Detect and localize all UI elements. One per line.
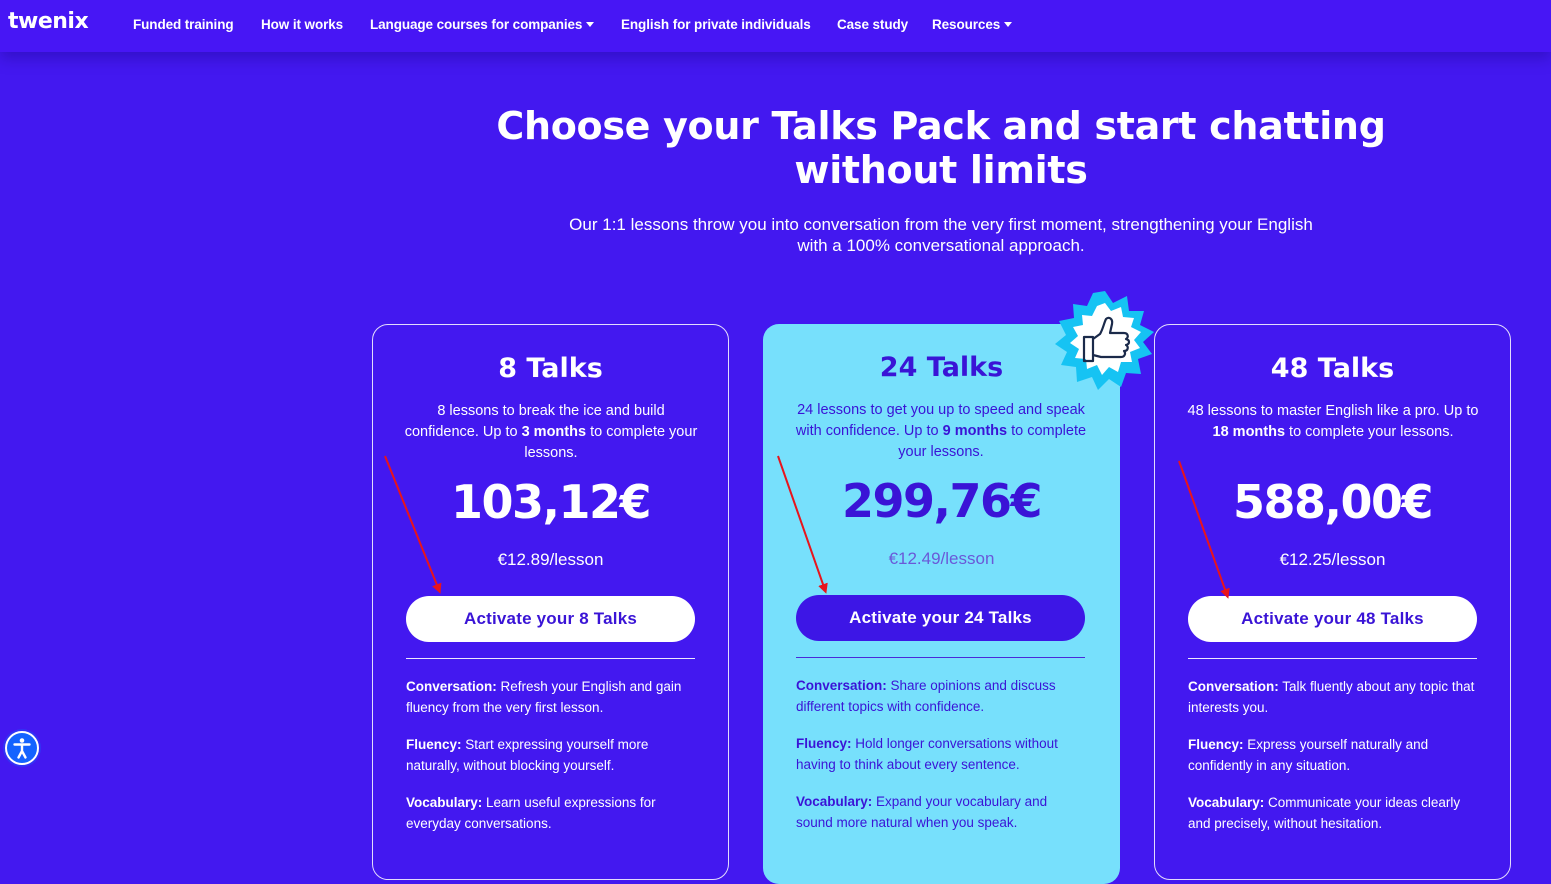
accessibility-button[interactable] (5, 731, 39, 765)
plan-card-8-talks: 8 Talks 8 lessons to break the ice and b… (372, 324, 729, 880)
feature-label: Conversation: (796, 678, 887, 693)
feature-label: Fluency: (406, 737, 462, 752)
plan-price: 588,00€ (1232, 475, 1434, 529)
desc-duration: 18 months (1212, 424, 1286, 440)
feature-conversation: Conversation: Talk fluently about any to… (1188, 676, 1478, 718)
price-per-lesson: €12.89/lesson (497, 550, 604, 569)
feature-list: Conversation: Refresh your English and g… (406, 676, 696, 850)
nav-label: Language courses for companies (370, 17, 583, 32)
nav-funded-training[interactable]: Funded training (133, 17, 234, 32)
divider (406, 658, 695, 659)
feature-conversation: Conversation: Refresh your English and g… (406, 676, 696, 718)
plan-description: 8 lessons to break the ice and build con… (401, 401, 701, 464)
feature-label: Fluency: (796, 736, 852, 751)
feature-label: Vocabulary: (796, 794, 873, 809)
feature-fluency: Fluency: Express yourself naturally and … (1188, 734, 1478, 776)
title-line-1: Choose your Talks Pack and start chattin… (496, 104, 1386, 148)
subtitle-line-2: with a 100% conversational approach. (797, 236, 1085, 255)
activate-8-talks-button[interactable]: Activate your 8 Talks (406, 596, 695, 642)
feature-fluency: Fluency: Hold longer conversations witho… (796, 733, 1086, 775)
nav-label: How it works (261, 17, 344, 32)
top-nav: twenix Funded training How it works Lang… (0, 0, 1551, 52)
feature-vocabulary: Vocabulary: Learn useful expressions for… (406, 792, 696, 834)
nav-how-it-works[interactable]: How it works (261, 17, 343, 32)
divider (796, 657, 1085, 658)
price-per-lesson: €12.25/lesson (1279, 550, 1386, 569)
plan-title: 8 Talks (498, 353, 603, 384)
feature-label: Vocabulary: (406, 795, 483, 810)
feature-label: Conversation: (1188, 679, 1279, 694)
desc-duration: 9 months (942, 423, 1008, 439)
plan-title: 48 Talks (1270, 353, 1395, 384)
feature-vocabulary: Vocabulary: Expand your vocabulary and s… (796, 791, 1086, 833)
chevron-down-icon (1004, 21, 1013, 27)
activate-48-talks-button[interactable]: Activate your 48 Talks (1188, 596, 1477, 642)
thumbs-up-icon (1055, 291, 1154, 390)
page-title: Choose your Talks Pack and start chattin… (441, 104, 1441, 192)
nav-label: English for private individuals (621, 17, 811, 32)
feature-label: Conversation: (406, 679, 497, 694)
chevron-down-icon (586, 21, 595, 27)
desc-text: 48 lessons to master English like a pro.… (1187, 403, 1479, 419)
nav-english-private-individuals[interactable]: English for private individuals (621, 17, 811, 32)
feature-list: Conversation: Share opinions and discuss… (796, 675, 1086, 849)
nav-case-study[interactable]: Case study (837, 17, 908, 32)
plan-description: 24 lessons to get you up to speed and sp… (791, 400, 1091, 463)
nav-label: Resources (932, 17, 1001, 32)
feature-label: Vocabulary: (1188, 795, 1265, 810)
feature-vocabulary: Vocabulary: Communicate your ideas clear… (1188, 792, 1478, 834)
activate-24-talks-button[interactable]: Activate your 24 Talks (796, 595, 1085, 641)
feature-list: Conversation: Talk fluently about any to… (1188, 676, 1478, 850)
plan-card-24-talks: 24 Talks 24 lessons to get you up to spe… (763, 324, 1120, 884)
price-per-lesson: €12.49/lesson (888, 549, 995, 568)
desc-text: to complete your lessons. (1285, 424, 1454, 440)
plan-card-48-talks: 48 Talks 48 lessons to master English li… (1154, 324, 1511, 880)
nav-resources[interactable]: Resources (932, 17, 1013, 32)
plan-price: 103,12€ (450, 475, 652, 529)
nav-label: Funded training (133, 17, 234, 32)
nav-label: Case study (837, 17, 909, 32)
plan-price: 299,76€ (841, 474, 1043, 528)
desc-duration: 3 months (521, 424, 587, 440)
feature-label: Fluency: (1188, 737, 1244, 752)
feature-fluency: Fluency: Start expressing yourself more … (406, 734, 696, 776)
nav-language-courses-for-companies[interactable]: Language courses for companies (370, 17, 595, 32)
title-line-2: without limits (794, 148, 1088, 192)
feature-conversation: Conversation: Share opinions and discuss… (796, 675, 1086, 717)
twenix-logo[interactable]: twenix (8, 9, 89, 34)
subtitle-line-1: Our 1:1 lessons throw you into conversat… (569, 215, 1313, 234)
plan-description: 48 lessons to master English like a pro.… (1183, 401, 1483, 443)
accessibility-icon (13, 738, 31, 759)
divider (1188, 658, 1477, 659)
page-subtitle: Our 1:1 lessons throw you into conversat… (441, 214, 1441, 256)
